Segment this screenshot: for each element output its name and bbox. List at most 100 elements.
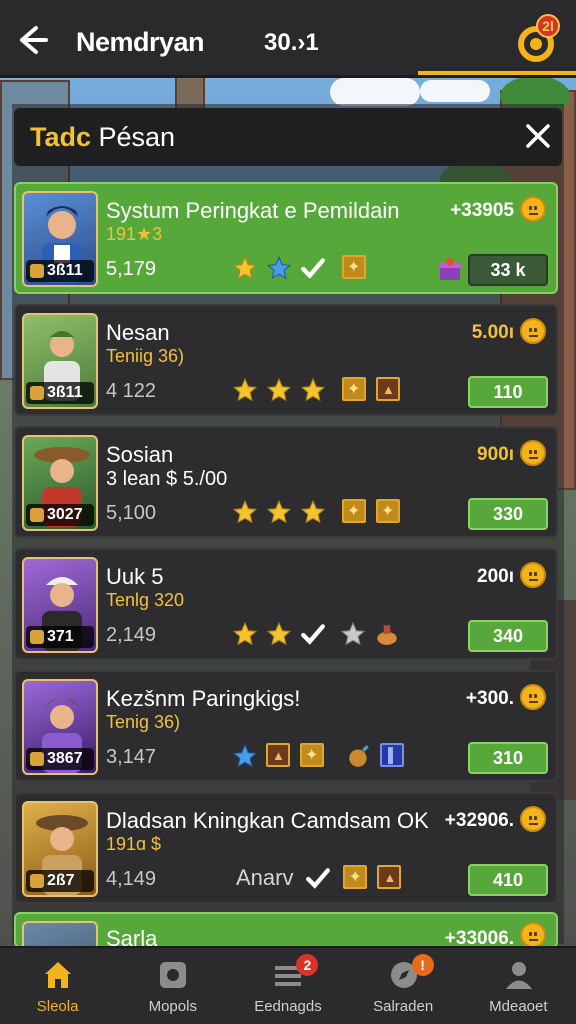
nav-badge: ! — [411, 954, 434, 976]
leaderboard-row[interactable]: 3027 Sosian 3 lean $ 5./00 5,100 330 900… — [14, 426, 558, 538]
item-icon — [266, 743, 292, 769]
leaderboard-row[interactable]: 3867 Kezšnm Paringkigs! Tenig 36) 3,147 … — [14, 670, 558, 782]
check-icon — [305, 865, 331, 891]
level-badge: 3ß11 — [26, 382, 94, 404]
player-points: 5,100 — [106, 502, 157, 524]
leaderboard-row[interactable]: Sarla +33006. — [14, 912, 558, 948]
emoji-icon — [520, 562, 546, 588]
player-name: Sosian — [106, 442, 174, 467]
check-icon — [300, 621, 326, 647]
nav-label: Sleola — [36, 998, 79, 1015]
panel-title-accent: Tadc — [30, 122, 92, 152]
achievement-icons — [232, 742, 406, 770]
nav-label: Eednagds — [254, 998, 322, 1015]
avatar — [22, 921, 98, 946]
nav-item-explore[interactable]: ! Salraden — [346, 948, 461, 1024]
gold-star-icon — [232, 255, 258, 281]
page-title: Nemdryan — [76, 27, 205, 57]
card-icon — [380, 743, 406, 769]
reward-amount: 200ı — [477, 566, 514, 587]
silver-star-icon — [340, 621, 366, 647]
emoji-icon — [520, 684, 546, 710]
leaderboard-row[interactable]: 3ß11 Nesan Teniig 36) 4 122 110 5.00ı — [14, 304, 558, 416]
home-icon — [45, 962, 71, 988]
profile-icon — [505, 962, 532, 989]
achievement-icons — [232, 376, 402, 404]
achievement-icons — [232, 254, 368, 282]
claim-button[interactable]: 110 — [468, 376, 548, 408]
item-icon — [377, 865, 403, 891]
gold-star-icon — [300, 499, 326, 525]
badge-icon — [342, 499, 368, 525]
header-score: 30.›1 — [264, 29, 319, 56]
emoji-icon — [520, 196, 546, 222]
badge-icon — [342, 255, 368, 281]
nav-item-maps[interactable]: Mopols — [115, 948, 230, 1024]
leaderboard-row[interactable]: 371 Uuk 5 Tenlg 320 2,149 340 200ı — [14, 548, 558, 660]
claim-button[interactable]: 330 — [468, 498, 548, 530]
player-name: Sarla — [106, 926, 158, 948]
claim-button[interactable]: 33 k — [468, 254, 548, 286]
level-badge: 3867 — [26, 748, 94, 770]
player-name: Kezšnm Paringkigs! — [106, 686, 301, 711]
avatar: 2ß7 — [22, 801, 98, 897]
avatar: 3867 — [22, 679, 98, 775]
badge-icon — [342, 377, 368, 403]
item-icon — [376, 377, 402, 403]
emoji-icon — [520, 318, 546, 344]
back-arrow-icon[interactable] — [14, 22, 50, 58]
badge-icon — [343, 865, 369, 891]
avatar: 3ß11 — [22, 191, 98, 287]
claim-button[interactable]: 410 — [468, 864, 548, 896]
achievement-icons: Anarv — [236, 864, 403, 892]
gold-star-icon — [232, 377, 258, 403]
reward-amount: +32906. — [444, 810, 514, 831]
player-rank: 191ɑ $ — [106, 834, 162, 854]
avatar: 371 — [22, 557, 98, 653]
reward-amount: +33006. — [444, 928, 514, 948]
leaderboard-row[interactable]: 2ß7 Dladsan Kningkan Camdsam OK 191ɑ $ 4… — [14, 792, 558, 904]
nav-label: Salraden — [373, 998, 434, 1015]
panel-title-rest: Pésan — [91, 122, 176, 152]
gold-star-icon — [300, 377, 326, 403]
nav-item-home[interactable]: Sleola — [0, 948, 115, 1024]
player-rank: 191★3 — [106, 224, 163, 244]
badge-icon — [376, 499, 402, 525]
player-points: 5,179 — [106, 258, 157, 280]
player-points: 3,147 — [106, 746, 157, 768]
leaderboard-row[interactable]: 3ß11 Systum Peringkat e Pemildain 191★3 … — [14, 182, 558, 294]
reward-amount: +300. — [465, 688, 514, 709]
claim-button[interactable]: 340 — [468, 620, 548, 652]
level-badge: 2ß7 — [26, 870, 94, 892]
avatar: 3027 — [22, 435, 98, 531]
nav-item-rankings[interactable]: 2 Eednagds — [230, 948, 345, 1024]
nav-label: Mopols — [148, 998, 197, 1015]
nav-item-profile[interactable]: Mdeaoet — [461, 948, 576, 1024]
achievement-icons — [232, 620, 400, 648]
reward-amount: 900ı — [477, 444, 514, 465]
gold-star-icon — [266, 621, 292, 647]
close-icon[interactable] — [522, 120, 554, 152]
level-badge: 3ß11 — [26, 260, 94, 282]
bomb-icon — [346, 743, 372, 769]
player-points: 4,149 — [106, 868, 157, 890]
potion-icon — [374, 621, 400, 647]
player-name: Uuk 5 — [106, 564, 164, 589]
panel-title: Tadc Pésan — [30, 122, 175, 153]
emoji-icon — [520, 922, 546, 946]
player-rank: Tenig 36) — [106, 712, 181, 732]
top-bar: Nemdryan 30.›1 2l — [0, 0, 576, 78]
gift-icon — [439, 258, 461, 280]
player-name: Nesan — [106, 320, 170, 345]
gold-star-icon — [266, 377, 292, 403]
player-points: 2,149 — [106, 624, 157, 646]
gold-star-icon — [266, 499, 292, 525]
reward-amount: 5.00ı — [471, 322, 514, 343]
panel-header: Tadc Pésan — [14, 108, 562, 166]
nav-label: Mdeaoet — [489, 998, 548, 1015]
header-progress-bar — [418, 71, 576, 75]
map-pin-icon — [160, 962, 187, 988]
gold-star-icon — [232, 621, 258, 647]
reward-amount: +33905 — [450, 200, 514, 221]
claim-button[interactable]: 310 — [468, 742, 548, 774]
